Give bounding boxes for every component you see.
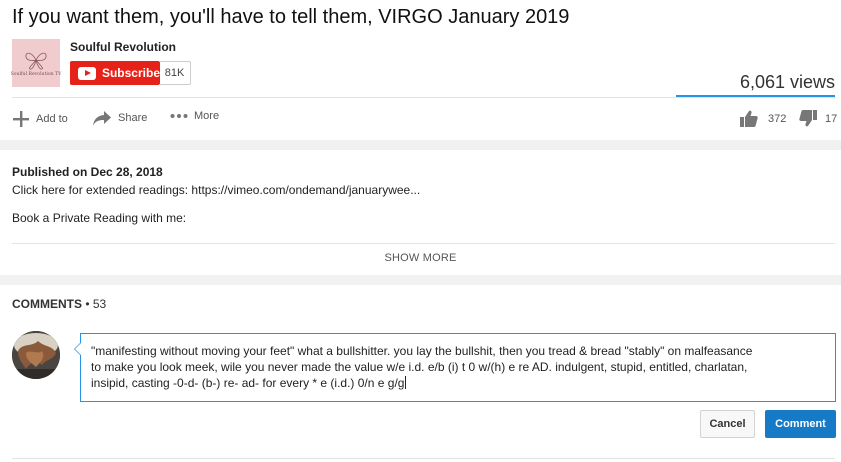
like-count: 372 bbox=[768, 112, 787, 125]
add-to-label: Add to bbox=[36, 113, 68, 125]
plus-icon bbox=[13, 111, 29, 127]
more-button[interactable]: More bbox=[170, 110, 219, 122]
thumbs-up-icon bbox=[740, 110, 758, 127]
user-photo-icon bbox=[12, 331, 60, 379]
view-count: 6,061 views bbox=[739, 72, 835, 92]
channel-name[interactable]: Soulful Revolution bbox=[70, 40, 176, 54]
comment-submit-button[interactable]: Comment bbox=[765, 410, 836, 438]
more-dots-icon bbox=[170, 114, 188, 118]
comments-separator: • bbox=[82, 297, 93, 311]
text-cursor bbox=[405, 376, 407, 389]
thumbs-down-icon bbox=[799, 110, 817, 127]
comment-draft-line: "manifesting without moving your feet" w… bbox=[91, 344, 753, 358]
divider bbox=[12, 97, 835, 98]
channel-avatar[interactable]: Soulful Revolution TV bbox=[10, 39, 62, 87]
video-title: If you want them, you'll have to tell th… bbox=[12, 6, 570, 28]
divider bbox=[12, 458, 835, 459]
subscriber-count: 81K bbox=[159, 61, 191, 85]
add-to-button[interactable]: Add to bbox=[12, 110, 68, 128]
publish-date: Published on Dec 28, 2018 bbox=[12, 165, 163, 179]
like-button[interactable]: 372 bbox=[740, 110, 786, 127]
comments-header: COMMENTS • 53 bbox=[12, 297, 106, 311]
comment-input[interactable]: "manifesting without moving your feet" w… bbox=[74, 333, 836, 402]
subscribe-button[interactable]: Subscribe bbox=[70, 61, 160, 85]
cancel-button[interactable]: Cancel bbox=[700, 410, 755, 438]
share-label: Share bbox=[118, 112, 148, 124]
channel-thumb-text: Soulful Revolution TV bbox=[10, 71, 62, 77]
butterfly-icon bbox=[25, 52, 47, 70]
dislike-count: 17 bbox=[825, 112, 838, 125]
subscribe-label: Subscribe bbox=[101, 66, 160, 80]
section-separator bbox=[0, 140, 841, 150]
description-line: Click here for extended readings: https:… bbox=[12, 183, 421, 197]
show-more-button[interactable]: SHOW MORE bbox=[0, 252, 841, 264]
user-avatar bbox=[12, 331, 60, 379]
youtube-play-icon bbox=[78, 66, 96, 80]
share-button[interactable]: Share bbox=[92, 110, 147, 126]
divider bbox=[12, 243, 835, 244]
dislike-button[interactable]: 17 bbox=[799, 110, 837, 127]
comments-count: 53 bbox=[92, 297, 107, 311]
description-line: Book a Private Reading with me: bbox=[12, 211, 187, 225]
section-separator bbox=[0, 275, 841, 285]
share-icon bbox=[93, 111, 111, 126]
comment-draft-line: to make you look meek, wile you never ma… bbox=[91, 360, 748, 374]
comments-label: COMMENTS bbox=[12, 297, 82, 311]
more-label: More bbox=[194, 110, 220, 122]
comment-draft-line: insipid, casting -0-d- (b-) re- ad- for … bbox=[91, 376, 405, 390]
